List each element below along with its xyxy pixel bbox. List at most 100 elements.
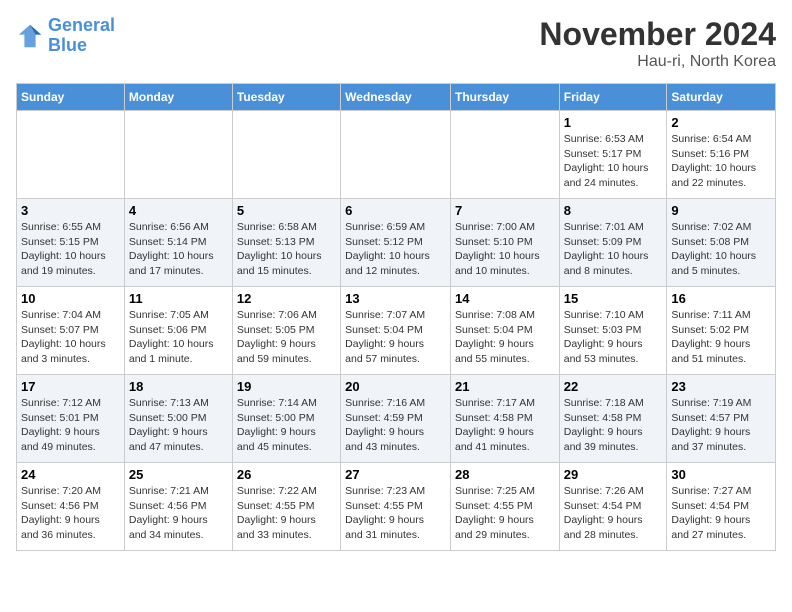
logo: General Blue xyxy=(16,16,115,56)
day-number: 17 xyxy=(21,379,120,394)
calendar-cell: 8 Sunrise: 7:01 AMSunset: 5:09 PMDaylight… xyxy=(559,199,667,287)
day-info: Sunrise: 6:54 AMSunset: 5:16 PMDaylight:… xyxy=(671,132,771,191)
weekday-header: Tuesday xyxy=(232,84,340,111)
calendar-week-row: 17 Sunrise: 7:12 AMSunset: 5:01 PMDayligh… xyxy=(17,375,776,463)
day-number: 20 xyxy=(345,379,446,394)
weekday-header: Saturday xyxy=(667,84,776,111)
calendar-cell: 4 Sunrise: 6:56 AMSunset: 5:14 PMDaylight… xyxy=(124,199,232,287)
day-number: 28 xyxy=(455,467,555,482)
calendar-cell: 21 Sunrise: 7:17 AMSunset: 4:58 PMDayligh… xyxy=(450,375,559,463)
day-info: Sunrise: 6:55 AMSunset: 5:15 PMDaylight:… xyxy=(21,220,120,279)
day-number: 9 xyxy=(671,203,771,218)
calendar-cell: 17 Sunrise: 7:12 AMSunset: 5:01 PMDayligh… xyxy=(17,375,125,463)
calendar-cell: 12Sunrise: 7:06 AMSunset: 5:05 PMDayligh… xyxy=(232,287,340,375)
day-info: Sunrise: 7:16 AMSunset: 4:59 PMDaylight:… xyxy=(345,396,446,455)
day-number: 22 xyxy=(564,379,663,394)
day-info: Sunrise: 7:17 AMSunset: 4:58 PMDaylight:… xyxy=(455,396,555,455)
calendar-cell: 28Sunrise: 7:25 AMSunset: 4:55 PMDayligh… xyxy=(450,463,559,551)
calendar-week-row: 10 Sunrise: 7:04 AMSunset: 5:07 PMDayligh… xyxy=(17,287,776,375)
day-info: Sunrise: 7:00 AMSunset: 5:10 PMDaylight:… xyxy=(455,220,555,279)
day-number: 30 xyxy=(671,467,771,482)
day-number: 11 xyxy=(129,291,228,306)
page-header: General Blue November 2024 Hau-ri, North… xyxy=(16,16,776,71)
day-number: 10 xyxy=(21,291,120,306)
calendar-cell: 20 Sunrise: 7:16 AMSunset: 4:59 PMDayligh… xyxy=(341,375,451,463)
day-info: Sunrise: 7:11 AMSunset: 5:02 PMDaylight:… xyxy=(671,308,771,367)
day-number: 2 xyxy=(671,115,771,130)
day-info: Sunrise: 7:04 AMSunset: 5:07 PMDaylight:… xyxy=(21,308,120,367)
calendar-cell xyxy=(124,111,232,199)
calendar-cell xyxy=(450,111,559,199)
day-info: Sunrise: 6:56 AMSunset: 5:14 PMDaylight:… xyxy=(129,220,228,279)
calendar-cell: 5Sunrise: 6:58 AMSunset: 5:13 PMDaylight… xyxy=(232,199,340,287)
calendar-cell: 23 Sunrise: 7:19 AMSunset: 4:57 PMDayligh… xyxy=(667,375,776,463)
day-info: Sunrise: 7:19 AMSunset: 4:57 PMDaylight:… xyxy=(671,396,771,455)
day-number: 24 xyxy=(21,467,120,482)
day-number: 8 xyxy=(564,203,663,218)
calendar-week-row: 24Sunrise: 7:20 AMSunset: 4:56 PMDayligh… xyxy=(17,463,776,551)
page-subtitle: Hau-ri, North Korea xyxy=(539,53,776,71)
weekday-header: Sunday xyxy=(17,84,125,111)
weekday-header: Friday xyxy=(559,84,667,111)
day-number: 19 xyxy=(237,379,336,394)
day-number: 3 xyxy=(21,203,120,218)
weekday-header: Monday xyxy=(124,84,232,111)
day-info: Sunrise: 6:53 AMSunset: 5:17 PMDaylight:… xyxy=(564,132,663,191)
calendar-cell: 18Sunrise: 7:13 AMSunset: 5:00 PMDayligh… xyxy=(124,375,232,463)
calendar-cell: 24Sunrise: 7:20 AMSunset: 4:56 PMDayligh… xyxy=(17,463,125,551)
calendar-cell: 6 Sunrise: 6:59 AMSunset: 5:12 PMDaylight… xyxy=(341,199,451,287)
day-number: 13 xyxy=(345,291,446,306)
day-info: Sunrise: 7:08 AMSunset: 5:04 PMDaylight:… xyxy=(455,308,555,367)
day-info: Sunrise: 6:59 AMSunset: 5:12 PMDaylight:… xyxy=(345,220,446,279)
calendar-cell: 11 Sunrise: 7:05 AMSunset: 5:06 PMDayligh… xyxy=(124,287,232,375)
calendar-cell: 14 Sunrise: 7:08 AMSunset: 5:04 PMDayligh… xyxy=(450,287,559,375)
day-info: Sunrise: 7:23 AMSunset: 4:55 PMDaylight:… xyxy=(345,484,446,543)
calendar-cell: 10 Sunrise: 7:04 AMSunset: 5:07 PMDayligh… xyxy=(17,287,125,375)
calendar-cell: 3 Sunrise: 6:55 AMSunset: 5:15 PMDaylight… xyxy=(17,199,125,287)
day-number: 4 xyxy=(129,203,228,218)
day-info: Sunrise: 7:02 AMSunset: 5:08 PMDaylight:… xyxy=(671,220,771,279)
day-info: Sunrise: 7:07 AMSunset: 5:04 PMDaylight:… xyxy=(345,308,446,367)
day-info: Sunrise: 7:12 AMSunset: 5:01 PMDaylight:… xyxy=(21,396,120,455)
weekday-header: Wednesday xyxy=(341,84,451,111)
logo-line1: General xyxy=(48,15,115,35)
logo-line2: Blue xyxy=(48,35,87,55)
day-info: Sunrise: 7:05 AMSunset: 5:06 PMDaylight:… xyxy=(129,308,228,367)
logo-text: General Blue xyxy=(48,16,115,56)
calendar-cell: 2 Sunrise: 6:54 AMSunset: 5:16 PMDaylight… xyxy=(667,111,776,199)
day-info: Sunrise: 7:14 AMSunset: 5:00 PMDaylight:… xyxy=(237,396,336,455)
calendar-cell: 22 Sunrise: 7:18 AMSunset: 4:58 PMDayligh… xyxy=(559,375,667,463)
calendar-cell: 26Sunrise: 7:22 AMSunset: 4:55 PMDayligh… xyxy=(232,463,340,551)
calendar-cell: 30 Sunrise: 7:27 AMSunset: 4:54 PMDayligh… xyxy=(667,463,776,551)
day-info: Sunrise: 7:18 AMSunset: 4:58 PMDaylight:… xyxy=(564,396,663,455)
day-info: Sunrise: 7:10 AMSunset: 5:03 PMDaylight:… xyxy=(564,308,663,367)
calendar-cell: 9 Sunrise: 7:02 AMSunset: 5:08 PMDaylight… xyxy=(667,199,776,287)
calendar-table: SundayMondayTuesdayWednesdayThursdayFrid… xyxy=(16,83,776,551)
day-number: 14 xyxy=(455,291,555,306)
day-info: Sunrise: 7:21 AMSunset: 4:56 PMDaylight:… xyxy=(129,484,228,543)
day-number: 25 xyxy=(129,467,228,482)
calendar-cell: 15 Sunrise: 7:10 AMSunset: 5:03 PMDayligh… xyxy=(559,287,667,375)
day-number: 12 xyxy=(237,291,336,306)
day-number: 16 xyxy=(671,291,771,306)
calendar-header-row: SundayMondayTuesdayWednesdayThursdayFrid… xyxy=(17,84,776,111)
calendar-week-row: 3 Sunrise: 6:55 AMSunset: 5:15 PMDaylight… xyxy=(17,199,776,287)
day-number: 21 xyxy=(455,379,555,394)
calendar-cell xyxy=(17,111,125,199)
calendar-cell: 7 Sunrise: 7:00 AMSunset: 5:10 PMDaylight… xyxy=(450,199,559,287)
calendar-cell: 16 Sunrise: 7:11 AMSunset: 5:02 PMDayligh… xyxy=(667,287,776,375)
calendar-cell: 27Sunrise: 7:23 AMSunset: 4:55 PMDayligh… xyxy=(341,463,451,551)
day-info: Sunrise: 7:27 AMSunset: 4:54 PMDaylight:… xyxy=(671,484,771,543)
calendar-cell xyxy=(341,111,451,199)
day-number: 15 xyxy=(564,291,663,306)
day-number: 29 xyxy=(564,467,663,482)
day-number: 7 xyxy=(455,203,555,218)
day-info: Sunrise: 7:01 AMSunset: 5:09 PMDaylight:… xyxy=(564,220,663,279)
day-number: 23 xyxy=(671,379,771,394)
day-number: 6 xyxy=(345,203,446,218)
calendar-cell: 19 Sunrise: 7:14 AMSunset: 5:00 PMDayligh… xyxy=(232,375,340,463)
title-block: November 2024 Hau-ri, North Korea xyxy=(539,16,776,71)
day-number: 5 xyxy=(237,203,336,218)
page-title: November 2024 xyxy=(539,16,776,53)
day-info: Sunrise: 7:26 AMSunset: 4:54 PMDaylight:… xyxy=(564,484,663,543)
